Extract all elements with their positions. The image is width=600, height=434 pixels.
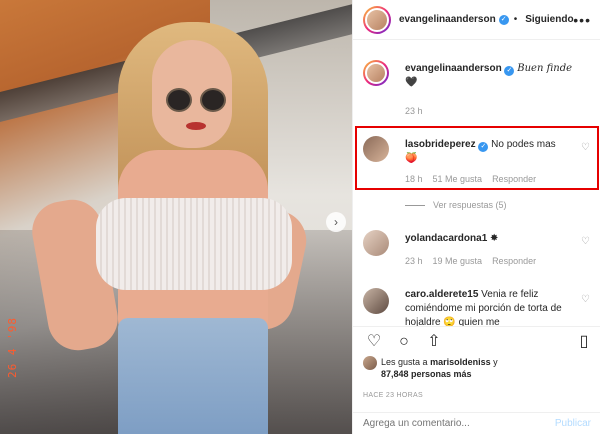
verified-icon: ✓ [498, 14, 509, 25]
like-icon[interactable]: ♡ [365, 333, 383, 351]
comment-icon[interactable]: ○ [395, 333, 413, 351]
comment-like-icon[interactable]: ♡ [581, 142, 591, 153]
share-icon[interactable]: ⇧ [425, 333, 443, 351]
comment-time[interactable]: 18 h [405, 174, 423, 184]
view-replies-button[interactable]: Ver respuestas (5) [405, 200, 507, 210]
following-button[interactable]: Siguiendo [525, 14, 573, 25]
photo-jeans [118, 318, 268, 434]
commenter-username[interactable]: caro.alderete15 [405, 289, 478, 300]
comment-time[interactable]: 23 h [405, 256, 423, 266]
commenter-avatar[interactable] [363, 230, 389, 256]
verified-icon: ✓ [478, 142, 489, 152]
post-timestamp[interactable]: HACE 23 HORAS [363, 392, 423, 399]
caption-username[interactable]: evangelinaanderson [405, 63, 502, 74]
photo-sunglasses [166, 88, 232, 114]
chevron-right-icon: › [334, 215, 338, 229]
peach-icon: 🍑 [405, 153, 418, 164]
star-burst-icon: ✸ [490, 233, 499, 244]
verified-icon: ✓ [504, 66, 515, 76]
caption-time[interactable]: 23 h [405, 106, 423, 116]
comment-like-icon[interactable]: ♡ [581, 294, 591, 305]
caption-text: Buen finde [517, 63, 573, 74]
photo-date-stamp: 26 4 '98 [6, 317, 19, 378]
reply-button[interactable]: Responder [492, 174, 536, 184]
author-avatar[interactable] [363, 5, 391, 34]
next-photo-button[interactable]: › [326, 212, 346, 232]
likes-count[interactable]: 87,848 personas más [381, 369, 472, 379]
post-photo: 26 4 '98 [0, 0, 352, 434]
view-replies-label[interactable]: Ver respuestas (5) [433, 200, 507, 210]
likes-summary: Les gusta a marisoldeniss y 87,848 perso… [363, 356, 599, 380]
publish-button[interactable]: Publicar [555, 418, 591, 429]
comment-likes[interactable]: 19 Me gusta [433, 256, 483, 266]
add-comment-bar: Publicar [353, 412, 600, 434]
caption-avatar[interactable] [363, 60, 389, 86]
post-panel: evangelinaanderson ✓ • Siguiendo ••• eva… [352, 0, 600, 434]
photo-lips [186, 122, 206, 130]
separator-dot: • [513, 14, 518, 25]
photo-top [96, 198, 292, 290]
action-bar: ♡ ○ ⇧ ▯ [353, 326, 600, 354]
liker-username[interactable]: marisoldeniss [430, 357, 491, 367]
liker-avatar[interactable] [363, 356, 377, 370]
commenter-username[interactable]: lasobrideperez [405, 139, 476, 150]
commenter-username[interactable]: yolandacardona1 [405, 233, 487, 244]
comment-like-icon[interactable]: ♡ [581, 236, 591, 247]
reply-button[interactable]: Responder [492, 256, 536, 266]
save-icon[interactable]: ▯ [575, 333, 593, 351]
author-username[interactable]: evangelinaanderson [399, 14, 496, 25]
commenter-avatar[interactable] [363, 136, 389, 162]
comment-text: No podes mas [491, 139, 556, 150]
comments-list: evangelinaanderson ✓ Buen finde 🖤 23 h l… [353, 40, 600, 326]
comment-input[interactable] [363, 418, 543, 429]
black-heart-icon: 🖤 [405, 77, 418, 88]
post-header: evangelinaanderson ✓ • Siguiendo ••• [353, 0, 600, 40]
commenter-avatar[interactable] [363, 288, 389, 314]
more-options-icon[interactable]: ••• [573, 12, 591, 28]
comment-likes[interactable]: 51 Me gusta [433, 174, 483, 184]
